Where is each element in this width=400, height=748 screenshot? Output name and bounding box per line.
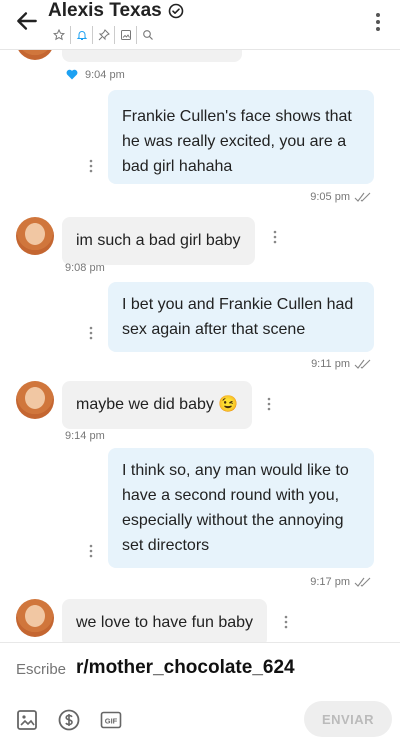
message-composer: r/mother_chocolate_624 GIF ENVIAR bbox=[0, 642, 400, 748]
image-icon[interactable] bbox=[16, 709, 38, 731]
message-time: 9:14 pm bbox=[65, 430, 105, 442]
watermark-text: r/mother_chocolate_624 bbox=[76, 657, 295, 678]
message-bubble[interactable]: I bet you and Frankie Cullen had sex aga… bbox=[108, 282, 374, 352]
double-check-icon bbox=[354, 359, 371, 369]
message-options-icon[interactable] bbox=[284, 615, 288, 629]
message-options-icon[interactable] bbox=[89, 159, 93, 173]
message-time: 9:05 pm bbox=[310, 191, 350, 203]
message-options-icon[interactable] bbox=[89, 326, 93, 340]
avatar[interactable] bbox=[16, 599, 54, 637]
pin-icon[interactable] bbox=[92, 26, 114, 44]
header-toolbar bbox=[48, 26, 158, 44]
message-time: 9:08 pm bbox=[65, 262, 105, 274]
message-bubble[interactable]: we love to have fun baby bbox=[62, 599, 268, 642]
message-incoming: im such a bad girl baby bbox=[16, 217, 255, 265]
message-time: 9:11 pm bbox=[311, 358, 350, 370]
verified-icon bbox=[168, 3, 184, 19]
message-options-icon[interactable] bbox=[89, 544, 93, 558]
message-bubble[interactable]: im such a bad girl baby bbox=[62, 217, 255, 265]
message-status: 9:11 pm bbox=[311, 358, 372, 370]
message-status: 9:17 pm bbox=[310, 576, 372, 588]
message-time: 9:17 pm bbox=[310, 576, 350, 588]
search-icon[interactable] bbox=[136, 26, 158, 44]
avatar[interactable] bbox=[16, 217, 54, 255]
gif-icon[interactable]: GIF bbox=[100, 709, 122, 731]
bell-icon[interactable] bbox=[70, 26, 92, 44]
message-time: 9:04 pm bbox=[85, 69, 125, 81]
message-status: 9:05 pm bbox=[310, 191, 372, 203]
double-check-icon bbox=[354, 577, 371, 587]
message-incoming: maybe we did baby 😉 bbox=[16, 381, 253, 429]
kebab-menu-icon[interactable] bbox=[374, 12, 382, 32]
back-arrow-icon[interactable] bbox=[14, 8, 40, 34]
message-incoming bbox=[16, 50, 242, 62]
composer-tools: GIF bbox=[16, 709, 122, 731]
message-incoming: we love to have fun baby bbox=[16, 599, 268, 642]
image-icon[interactable] bbox=[114, 26, 136, 44]
message-options-icon[interactable] bbox=[273, 230, 277, 244]
svg-text:GIF: GIF bbox=[105, 717, 118, 726]
contact-name: Alexis Texas bbox=[48, 0, 162, 21]
message-options-icon[interactable] bbox=[267, 397, 271, 411]
avatar[interactable] bbox=[16, 381, 54, 419]
dollar-icon[interactable] bbox=[58, 709, 80, 731]
message-bubble[interactable]: Frankie Cullen's face shows that he was … bbox=[108, 90, 374, 184]
message-bubble[interactable] bbox=[62, 50, 242, 62]
heart-icon bbox=[66, 69, 78, 80]
chat-title[interactable]: Alexis Texas bbox=[48, 0, 184, 22]
chat-thread[interactable]: 9:04 pm Frankie Cullen's face shows that… bbox=[0, 50, 400, 642]
avatar[interactable] bbox=[16, 50, 54, 60]
star-icon[interactable] bbox=[48, 26, 70, 44]
double-check-icon bbox=[354, 192, 371, 202]
chat-header: Alexis Texas bbox=[0, 0, 400, 50]
message-bubble[interactable]: maybe we did baby 😉 bbox=[62, 381, 253, 429]
send-button[interactable]: ENVIAR bbox=[304, 701, 392, 737]
message-bubble[interactable]: I think so, any man would like to have a… bbox=[108, 448, 374, 568]
